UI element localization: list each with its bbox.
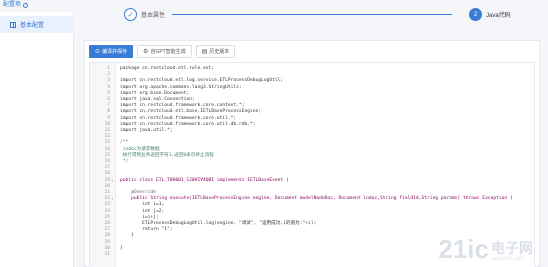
- sidebar-item-label: 基本配置: [20, 23, 45, 29]
- config-title-label: 配置项: [3, 2, 22, 8]
- compile-save-button[interactable]: ⊙ 编译并保存: [89, 45, 134, 58]
- step-label: Java代码: [486, 13, 511, 19]
- grid-icon: [10, 21, 16, 28]
- step-label: 基本属性: [141, 13, 166, 19]
- editor-toolbar: ⊙ 编译并保存 ⚙ 自GPT智能生成 ▤ 历史版本: [89, 45, 236, 58]
- step-java-code[interactable]: 2 Java代码: [469, 8, 511, 21]
- history-icon: ▤: [201, 48, 208, 55]
- watermark-big: 21ic: [438, 234, 489, 264]
- step-number: 2: [469, 8, 482, 21]
- save-icon: ⊙: [95, 48, 101, 55]
- gear-icon: ⚙: [143, 48, 149, 55]
- watermark-cn: 电子网: [491, 240, 533, 256]
- main-panel: ✓ 基本属性 2 Java代码 ⊙ 编译并保存 ⚙ 自GPT智能生成 ▤ 历史版…: [74, 0, 548, 267]
- sidebar: 基本配置: [0, 12, 74, 267]
- gpt-generate-button[interactable]: ⚙ 自GPT智能生成: [137, 45, 192, 58]
- line-number: 31: [104, 252, 110, 257]
- button-label: 编译并保存: [102, 49, 128, 55]
- history-button[interactable]: ▤ 历史版本: [195, 45, 236, 58]
- watermark-url: www.21ic.com: [491, 256, 523, 262]
- settings-icon[interactable]: [23, 3, 29, 8]
- check-icon: ✓: [124, 8, 137, 21]
- button-label: 历史版本: [209, 49, 230, 55]
- config-title[interactable]: 配置项: [3, 2, 29, 9]
- step-indicator: ✓ 基本属性 2 Java代码: [124, 8, 514, 32]
- step-connector: [172, 14, 452, 15]
- code-card: ⊙ 编译并保存 ⚙ 自GPT智能生成 ▤ 历史版本 1 package cn.re…: [84, 40, 540, 267]
- button-label: 自GPT智能生成: [150, 49, 186, 55]
- watermark-logo: 21ic 电子网 www.21ic.com: [438, 236, 533, 262]
- step-basic-properties[interactable]: ✓ 基本属性: [124, 8, 165, 21]
- sidebar-item-basic-config[interactable]: 基本配置: [0, 16, 74, 33]
